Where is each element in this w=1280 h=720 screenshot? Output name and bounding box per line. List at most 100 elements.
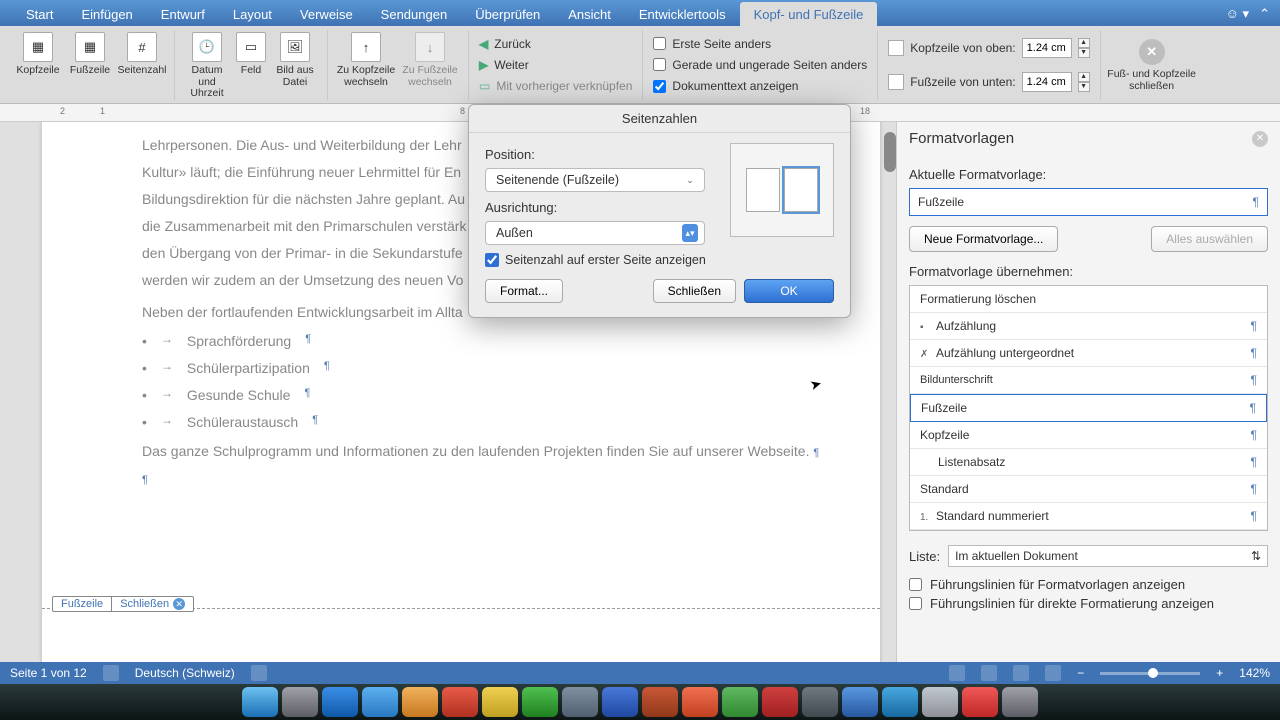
style-item-footer[interactable]: Fußzeile¶ — [910, 394, 1267, 422]
dock-app-icon[interactable] — [842, 687, 878, 717]
view-draft-icon[interactable] — [1045, 665, 1061, 681]
body-text: Neben der fortlaufenden Entwicklungsarbe… — [142, 304, 463, 320]
tab-sendungen[interactable]: Sendungen — [367, 2, 462, 26]
list-item: • → Sprachförderung ¶ — [142, 330, 820, 353]
tab-einfuegen[interactable]: Einfügen — [67, 2, 146, 26]
close-header-footer-button[interactable]: ✕ — [1139, 39, 1165, 65]
list-item: • → Schülerpartizipation ¶ — [142, 357, 820, 380]
word-count-icon[interactable] — [103, 665, 119, 681]
view-web-icon[interactable] — [981, 665, 997, 681]
tab-ansicht[interactable]: Ansicht — [554, 2, 625, 26]
link-previous: ▭Mit vorheriger verknüpfen — [479, 79, 632, 93]
dock-app-icon[interactable] — [882, 687, 918, 717]
style-item-listpara[interactable]: Listenabsatz¶ — [910, 449, 1267, 476]
goto-header-button[interactable]: ↑Zu Kopfzeile wechseln — [334, 30, 398, 90]
body-text: Kultur» läuft; die Einführung neuer Lehr… — [142, 164, 461, 180]
dock-excel-icon[interactable] — [722, 687, 758, 717]
dock-mail-icon[interactable] — [362, 687, 398, 717]
date-time-button[interactable]: 🕒Datum und Uhrzeit — [181, 30, 233, 102]
chk-guides-direct[interactable]: Führungslinien für direkte Formatierung … — [909, 596, 1268, 611]
dock-preview-icon[interactable] — [562, 687, 598, 717]
tab-start[interactable]: Start — [12, 2, 67, 26]
style-item-standard[interactable]: Standard¶ — [910, 476, 1267, 503]
zoom-slider[interactable] — [1100, 672, 1200, 675]
chk-odd-even[interactable]: Gerade und ungerade Seiten anders — [653, 58, 867, 72]
dock-app-icon[interactable] — [402, 687, 438, 717]
page-number-button[interactable]: #Seitenzahl — [116, 30, 168, 79]
ok-button[interactable]: OK — [744, 279, 834, 303]
format-button[interactable]: Format... — [485, 279, 563, 303]
tab-entwicklertools[interactable]: Entwicklertools — [625, 2, 740, 26]
style-item-bullet[interactable]: ▪Aufzählung¶ — [910, 313, 1267, 340]
goto-footer-button: ↓Zu Fußzeile wechseln — [398, 30, 462, 90]
dock-app-icon[interactable] — [962, 687, 998, 717]
dock-app-icon[interactable] — [762, 687, 798, 717]
current-style-label: Aktuelle Formatvorlage: — [909, 167, 1268, 182]
dock-finder-icon[interactable] — [242, 687, 278, 717]
smiley-icon[interactable]: ☺ ▾ — [1226, 6, 1249, 22]
list-select[interactable]: Im aktuellen Dokument⇅ — [948, 545, 1268, 567]
dock-app-icon[interactable] — [922, 687, 958, 717]
dialog-preview — [730, 143, 834, 237]
dock-numbers-icon[interactable] — [522, 687, 558, 717]
body-text: den Übergang von der Primar- in die Seku… — [142, 245, 463, 261]
style-item-clear[interactable]: Formatierung löschen — [910, 286, 1267, 313]
current-style-box[interactable]: Fußzeile¶ — [909, 188, 1268, 216]
tab-entwurf[interactable]: Entwurf — [147, 2, 219, 26]
footer-bottom-spinner[interactable]: Fußzeile von unten:▲▼ — [888, 72, 1089, 92]
tab-header-footer[interactable]: Kopf- und Fußzeile — [740, 2, 878, 26]
header-button[interactable]: ▦Kopfzeile — [12, 30, 64, 79]
chk-first-page[interactable]: Erste Seite anders — [653, 37, 771, 51]
style-item-caption[interactable]: Bildunterschrift¶ — [910, 367, 1267, 394]
dock-calendar-icon[interactable] — [442, 687, 478, 717]
footer-close-tab[interactable]: Schließen✕ — [111, 596, 194, 612]
close-icon[interactable]: ✕ — [173, 598, 185, 610]
close-dialog-button[interactable]: Schließen — [653, 279, 736, 303]
close-hf-label: Fuß- und Kopfzeile schließen — [1107, 68, 1197, 92]
view-outline-icon[interactable] — [1013, 665, 1029, 681]
tab-layout[interactable]: Layout — [219, 2, 286, 26]
field-button[interactable]: ▭Feld — [233, 30, 269, 102]
nav-forward[interactable]: ▶Weiter — [479, 58, 529, 72]
vertical-scrollbar[interactable] — [884, 132, 896, 172]
position-select[interactable]: Seitenende (Fußzeile)⌄ — [485, 168, 705, 192]
dock-app-icon[interactable] — [802, 687, 838, 717]
zoom-out[interactable]: − — [1077, 666, 1084, 680]
dock-powerpoint-icon[interactable] — [642, 687, 678, 717]
style-item-standard-num[interactable]: 1.Standard nummeriert¶ — [910, 503, 1267, 530]
language-status[interactable]: Deutsch (Schweiz) — [135, 666, 235, 680]
dock-notes-icon[interactable] — [482, 687, 518, 717]
body-text: Bildungsdirektion für die nächsten Jahre… — [142, 191, 465, 207]
dock-trash-icon[interactable] — [1002, 687, 1038, 717]
chk-first-page-number[interactable]: Seitenzahl auf erster Seite anzeigen — [485, 253, 834, 267]
page-status[interactable]: Seite 1 von 12 — [10, 666, 87, 680]
collapse-ribbon-icon[interactable]: ⌃ — [1259, 6, 1270, 22]
footer-button[interactable]: ▦Fußzeile — [64, 30, 116, 79]
chk-guides-styles[interactable]: Führungslinien für Formatvorlagen anzeig… — [909, 577, 1268, 592]
dock-safari-icon[interactable] — [322, 687, 358, 717]
list-item: • → Schüleraustausch ¶ — [142, 411, 820, 434]
style-item-header[interactable]: Kopfzeile¶ — [910, 422, 1267, 449]
list-label: Liste: — [909, 549, 940, 564]
ribbon-toolbar: ▦Kopfzeile ▦Fußzeile #Seitenzahl 🕒Datum … — [0, 26, 1280, 104]
chk-doc-text[interactable]: Dokumenttext anzeigen — [653, 79, 798, 93]
tab-ueberpruefen[interactable]: Überprüfen — [461, 2, 554, 26]
nav-back[interactable]: ◀Zurück — [479, 37, 531, 51]
page-numbers-dialog: Seitenzahlen Position: Seitenende (Fußze… — [468, 104, 851, 318]
body-text: Das ganze Schulprogramm und Informatione… — [142, 443, 809, 459]
dock-app-icon[interactable] — [682, 687, 718, 717]
style-item-bullet-sub[interactable]: ✗Aufzählung untergeordnet¶ — [910, 340, 1267, 367]
view-print-icon[interactable] — [949, 665, 965, 681]
dock-word-icon[interactable] — [602, 687, 638, 717]
close-styles-icon[interactable]: ✕ — [1252, 131, 1268, 147]
tab-verweise[interactable]: Verweise — [286, 2, 367, 26]
macro-icon[interactable] — [251, 665, 267, 681]
new-style-button[interactable]: Neue Formatvorlage... — [909, 226, 1058, 252]
header-top-spinner[interactable]: Kopfzeile von oben:▲▼ — [888, 38, 1089, 58]
dock-settings-icon[interactable] — [282, 687, 318, 717]
zoom-in[interactable]: + — [1216, 666, 1223, 680]
picture-button[interactable]: 🖼Bild aus Datei — [269, 30, 321, 102]
dialog-title: Seitenzahlen — [469, 105, 850, 133]
alignment-select[interactable]: Außen▴▾ — [485, 221, 705, 245]
zoom-value[interactable]: 142% — [1239, 666, 1270, 680]
